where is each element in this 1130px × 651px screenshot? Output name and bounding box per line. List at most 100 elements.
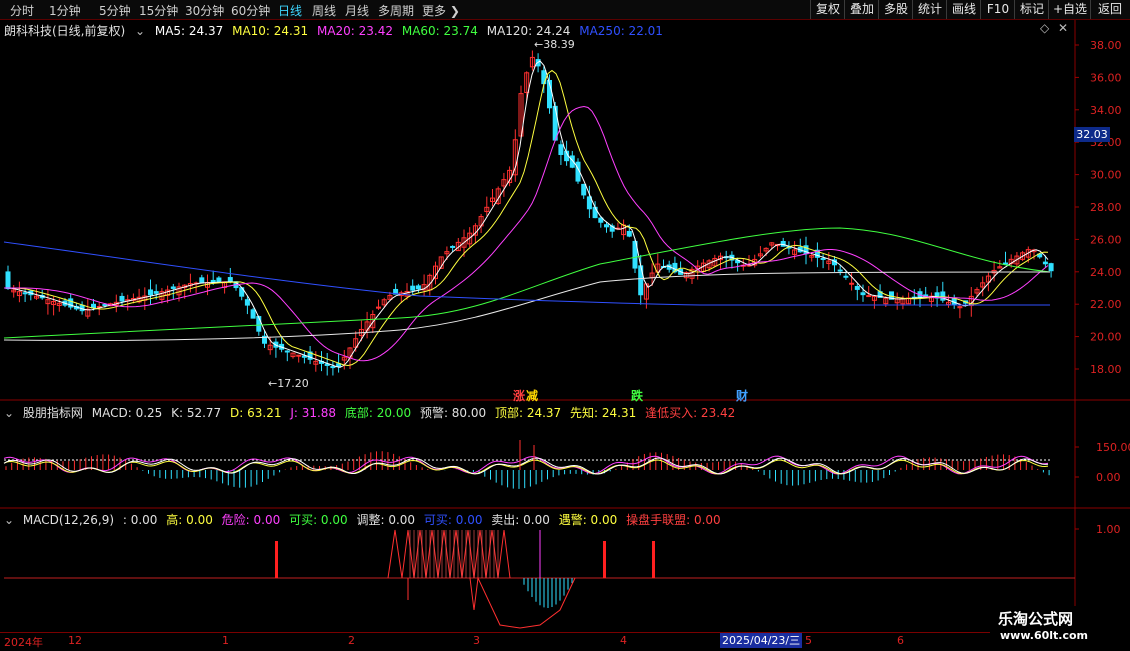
ma120-value: MA120: 24.24	[486, 24, 571, 38]
ind-top: 顶部: 24.37	[494, 406, 562, 420]
chevron-down-icon[interactable]: ⌄	[134, 24, 146, 38]
macd-sell: 卖出: 0.00	[491, 513, 550, 527]
macd-danger: 危险: 0.00	[221, 513, 281, 527]
ind-bottom: 底部: 20.00	[344, 406, 412, 420]
date-label-year: 2024年	[4, 636, 43, 649]
macd-alert: 遇警: 0.00	[558, 513, 618, 527]
ind-macd: MACD: 0.25	[91, 406, 163, 420]
candle-body	[626, 230, 632, 237]
site-watermark: 乐淘公式网 www.60lt.com	[990, 606, 1125, 646]
candle-body	[336, 363, 342, 367]
low-price-label: ←17.20	[268, 377, 309, 390]
date-axis: 2024年 12 1 2 3 4 2025/04/23/三 5 6	[0, 632, 1075, 651]
price-axis-label: 22.00	[1090, 298, 1122, 311]
candle-body	[301, 355, 307, 358]
kline-chart[interactable]: 38.0036.0034.0032.0030.0028.0026.0024.00…	[0, 0, 1130, 650]
candle-body	[216, 277, 222, 283]
watermark-url: www.60lt.com	[1000, 629, 1089, 642]
date-label-dec: 12	[68, 634, 82, 647]
candle-body	[843, 275, 849, 278]
chevron-down-icon[interactable]: ⌄	[4, 406, 14, 420]
price-axis-label: 36.00	[1090, 71, 1122, 84]
candle-body	[450, 245, 456, 248]
ma5-line	[4, 60, 1049, 368]
candle-body	[820, 257, 826, 260]
price-axis-label: 26.00	[1090, 233, 1122, 246]
candle-body	[22, 292, 28, 295]
ma60-line	[3, 227, 1051, 339]
candle-body	[170, 286, 176, 289]
candle-body	[102, 304, 108, 307]
ma10-line	[4, 69, 1049, 367]
candle-body	[119, 295, 125, 302]
date-label-may: 5	[805, 634, 812, 647]
macd-panel-header: ⌄ MACD(12,26,9) : 0.00 高: 0.00 危险: 0.00 …	[4, 511, 726, 528]
marker-zhang[interactable]: 涨	[513, 387, 525, 404]
ma20-value: MA20: 23.42	[316, 24, 394, 38]
indicator-axis-label: 0.00	[1096, 471, 1121, 484]
price-axis-label: 30.00	[1090, 169, 1122, 182]
macd-high: 高: 0.00	[166, 513, 213, 527]
candle-body	[604, 224, 609, 228]
price-axis-label: 28.00	[1090, 201, 1122, 214]
ind-d: D: 63.21	[230, 406, 282, 420]
macd-alliance: 操盘手联盟: 0.00	[626, 513, 721, 527]
candle-body	[199, 277, 205, 284]
marker-die[interactable]: 跌	[631, 387, 643, 404]
candle-body	[849, 282, 855, 285]
candle-body	[227, 277, 233, 283]
date-label-jun: 6	[897, 634, 904, 647]
candle-body	[5, 271, 11, 290]
macd-signal-bar	[652, 541, 655, 578]
candle-body	[296, 354, 302, 357]
macd-buy2: 可买: 0.00	[423, 513, 483, 527]
candle-body	[558, 144, 564, 156]
price-axis-label: 20.00	[1090, 331, 1122, 344]
candle-body	[415, 285, 421, 290]
date-label-jan: 1	[222, 634, 229, 647]
candle-body	[284, 350, 290, 353]
high-price-label: ←38.39	[534, 38, 575, 51]
candle-body	[854, 286, 860, 290]
high-price-value: 38.39	[543, 38, 575, 51]
stock-name: 朗科科技(日线,前复权)	[4, 24, 126, 38]
date-label-feb: 2	[348, 634, 355, 647]
candle-body	[592, 206, 598, 219]
marker-jian[interactable]: 减	[526, 387, 538, 404]
macd-negative-outline	[469, 576, 576, 629]
candle-body	[1042, 261, 1048, 265]
price-axis-label: 38.00	[1090, 39, 1122, 52]
date-label-mar: 3	[473, 634, 480, 647]
ma250-value: MA250: 22.01	[579, 24, 663, 38]
selected-date-box: 2025/04/23/三	[720, 633, 803, 648]
candle-body	[410, 285, 416, 291]
price-axis-label: 18.00	[1090, 363, 1122, 376]
candle-body	[552, 105, 558, 141]
indicator-panel-header: ⌄ 股朋指标网 MACD: 0.25 K: 52.77 D: 63.21 J: …	[4, 404, 740, 421]
price-axis-label: 24.00	[1090, 266, 1122, 279]
candle-body	[330, 366, 336, 369]
macd-signal-bar	[275, 541, 278, 578]
macd-signal-zone	[387, 529, 511, 579]
ind-k: K: 52.77	[171, 406, 222, 420]
candle-body	[148, 289, 153, 296]
indicator-name: 股朋指标网	[22, 406, 83, 420]
ma10-value: MA10: 24.31	[232, 24, 309, 38]
ind-buy-low: 逢低买入: 23.42	[645, 406, 736, 420]
chevron-down-icon[interactable]: ⌄	[4, 513, 14, 527]
macd-adjust: 调整: 0.00	[356, 513, 416, 527]
price-panel-header: 朗科科技(日线,前复权) ⌄ MA5: 24.37 MA10: 24.31 MA…	[4, 22, 668, 39]
macd-signal-bar	[603, 541, 606, 578]
macd-name: MACD(12,26,9)	[22, 513, 115, 527]
current-price-box: 32.03	[1074, 127, 1110, 142]
candle-body	[153, 291, 159, 294]
close-icon[interactable]: ✕	[1058, 21, 1068, 35]
candle-body	[581, 183, 587, 196]
candle-body	[1048, 263, 1054, 272]
candle-body	[91, 303, 96, 309]
ind-warning: 预警: 80.00	[419, 406, 487, 420]
diamond-icon[interactable]: ◇	[1040, 21, 1049, 35]
macd-v0: : 0.00	[122, 513, 158, 527]
date-label-apr: 4	[620, 634, 627, 647]
marker-cai[interactable]: 财	[736, 387, 748, 404]
